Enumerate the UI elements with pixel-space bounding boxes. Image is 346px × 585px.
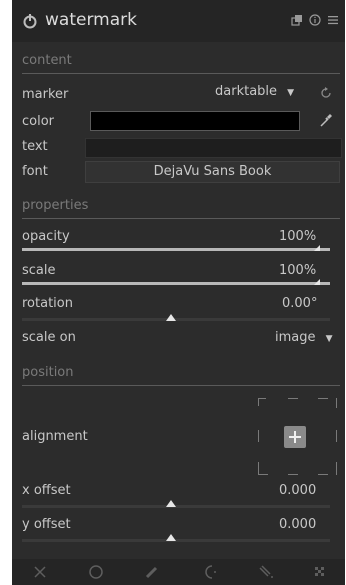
- rotation-value: 0.00°: [282, 296, 318, 311]
- section-content: content: [22, 53, 340, 74]
- module-header[interactable]: watermark: [12, 0, 345, 42]
- menu-icon[interactable]: [327, 14, 339, 26]
- font-button[interactable]: DejaVu Sans Book: [85, 161, 340, 183]
- power-icon[interactable]: [22, 13, 38, 29]
- marker-label: marker: [22, 87, 69, 102]
- scale-on-label: scale on: [22, 330, 76, 345]
- watermark-module-panel: watermark content marker darktable ▼ col…: [12, 0, 345, 585]
- scale-slider-fill: [22, 282, 330, 285]
- y-offset-label: y offset: [22, 517, 71, 532]
- y-offset-value: 0.000: [279, 517, 317, 532]
- scale-slider-handle[interactable]: [314, 279, 320, 285]
- section-position: position: [22, 365, 340, 386]
- circle-icon[interactable]: [88, 564, 104, 580]
- x-offset-value: 0.000: [279, 483, 317, 498]
- scale-on-value: image: [275, 330, 316, 345]
- x-offset-slider[interactable]: [22, 505, 330, 508]
- scale-value: 100%: [279, 263, 317, 278]
- rotation-slider[interactable]: [22, 318, 330, 321]
- module-title: watermark: [45, 10, 137, 30]
- chevron-down-icon: ▼: [325, 334, 333, 344]
- x-offset-label: x offset: [22, 483, 71, 498]
- font-label: font: [22, 164, 48, 179]
- brush-icon[interactable]: [144, 564, 160, 580]
- parametric-icon[interactable]: [258, 564, 274, 580]
- opacity-value: 100%: [279, 229, 317, 244]
- drawn-parametric-icon[interactable]: [202, 564, 218, 580]
- scale-label: scale: [22, 263, 56, 278]
- reset-icon[interactable]: [309, 14, 321, 26]
- refresh-icon[interactable]: [319, 86, 333, 100]
- mask-toolbar: [12, 559, 345, 585]
- text-label: text: [22, 139, 48, 154]
- marker-value: darktable: [215, 84, 278, 99]
- section-divider: [22, 385, 340, 386]
- alignment-center-button[interactable]: [284, 426, 306, 448]
- opacity-slider-handle[interactable]: [314, 245, 320, 251]
- text-input[interactable]: [85, 138, 342, 158]
- y-offset-slider-handle[interactable]: [166, 534, 176, 541]
- color-label: color: [22, 114, 55, 129]
- raster-icon[interactable]: [312, 564, 328, 580]
- marker-dropdown[interactable]: darktable ▼: [215, 84, 294, 99]
- section-divider: [22, 73, 340, 74]
- scale-slider[interactable]: [22, 282, 330, 285]
- rotation-slider-handle[interactable]: [166, 314, 176, 321]
- section-position-label: position: [22, 365, 74, 380]
- opacity-slider[interactable]: [22, 248, 330, 251]
- opacity-slider-fill: [22, 248, 330, 251]
- alignment-label: alignment: [22, 429, 88, 444]
- plus-icon: [289, 431, 301, 443]
- opacity-label: opacity: [22, 229, 70, 244]
- header-icons: [291, 14, 339, 26]
- color-picker-icon[interactable]: [318, 112, 334, 128]
- presets-icon[interactable]: [291, 14, 303, 26]
- scale-on-dropdown[interactable]: image ▼: [275, 330, 333, 345]
- x-offset-slider-handle[interactable]: [166, 500, 176, 507]
- section-properties-label: properties: [22, 198, 89, 213]
- section-content-label: content: [22, 53, 72, 68]
- section-properties: properties: [22, 198, 340, 219]
- chevron-down-icon: ▼: [287, 88, 295, 98]
- off-icon[interactable]: [32, 564, 48, 580]
- rotation-label: rotation: [22, 296, 73, 311]
- y-offset-slider[interactable]: [22, 539, 330, 542]
- section-divider: [22, 218, 340, 219]
- color-swatch[interactable]: [90, 111, 300, 131]
